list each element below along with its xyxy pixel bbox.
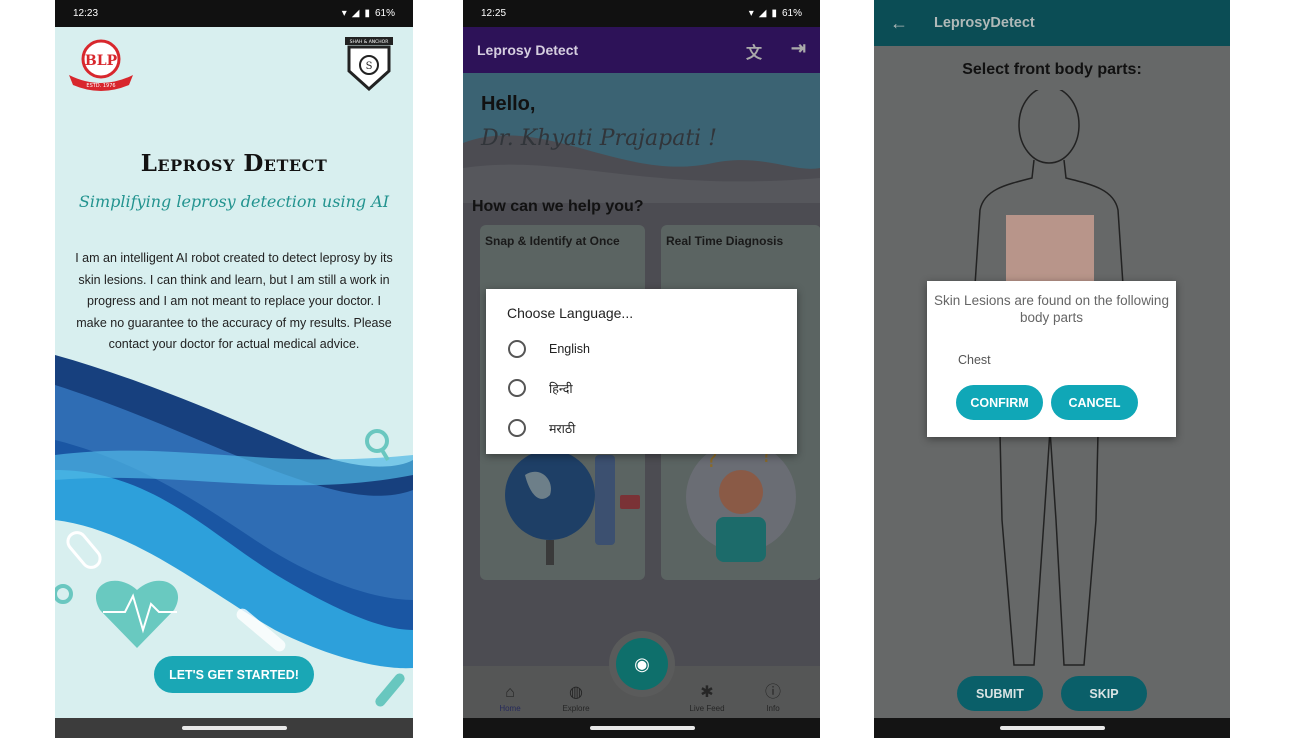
system-nav-bar [55, 718, 413, 738]
tab-label: Home [499, 704, 521, 713]
radio-button[interactable] [508, 379, 526, 397]
shah-anchor-logo: SHAH & ANCHOR S [345, 37, 393, 91]
help-prompt: How can we help you? [472, 198, 644, 215]
home-icon: ⌂ [505, 684, 515, 701]
disclaimer-text: I am an intelligent AI robot created to … [75, 251, 393, 351]
svg-text:BLP: BLP [85, 53, 118, 69]
home-gesture-pill[interactable] [182, 726, 287, 730]
option-label: मराठी [549, 421, 576, 436]
option-label: हिन्दी [549, 381, 573, 396]
card-label: Snap & Identify at Once [485, 234, 620, 248]
user-name: Dr. Khyati Prajapati ! [481, 126, 718, 151]
cancel-button[interactable]: CANCEL [1051, 385, 1138, 420]
battery-level: 61% [374, 8, 395, 19]
dialog-message: Skin Lesions are found on the following … [934, 293, 1169, 325]
language-option-english[interactable]: English [508, 340, 590, 358]
get-started-button[interactable]: LET'S GET STARTED! [154, 656, 314, 693]
app-bar: Leprosy Detect 文 ⇥ [463, 27, 820, 73]
app-title: Leprosy Detect [140, 150, 328, 177]
signal-icon: ◢ [351, 8, 360, 19]
option-label: English [549, 342, 590, 356]
battery-level: 61% [781, 8, 802, 19]
tab-home[interactable]: ⌂ Home [485, 684, 535, 713]
live-feed-icon: ✱ [700, 684, 714, 701]
battery-icon: ▮ [364, 8, 370, 19]
wave-background [55, 355, 413, 738]
camera-button[interactable]: ◉ [616, 638, 668, 690]
app-title: LeprosyDetect [934, 15, 1035, 31]
home-gesture-pill[interactable] [1000, 726, 1105, 730]
battery-icon: ▮ [771, 8, 777, 19]
status-bar: 12:23 ▾ ◢ ▮ 61% [55, 0, 413, 27]
svg-text:S: S [366, 61, 373, 72]
tab-label: Live Feed [689, 704, 725, 713]
submit-button[interactable]: SUBMIT [957, 676, 1043, 711]
svg-text:ESTD. 1976: ESTD. 1976 [86, 83, 115, 89]
choose-language-dialog: Choose Language... English हिन्दी मराठी [486, 289, 797, 454]
chest-region-highlight[interactable] [1006, 215, 1094, 285]
wifi-icon: ▾ [341, 8, 347, 19]
body-parts-screen: ← LeprosyDetect Select front body parts:… [874, 0, 1230, 738]
translate-icon[interactable]: 文 [746, 39, 762, 63]
selected-body-part: Chest [958, 353, 991, 367]
tab-info[interactable]: ⓘ Info [748, 678, 798, 713]
system-nav-bar [463, 718, 820, 738]
home-gesture-pill[interactable] [589, 726, 695, 730]
radio-button[interactable] [508, 419, 526, 437]
language-option-marathi[interactable]: मराठी [508, 419, 575, 437]
app-subtitle: Simplifying leprosy detection using AI [78, 192, 390, 211]
card-label: Real Time Diagnosis [666, 234, 784, 248]
signal-icon: ◢ [758, 8, 767, 19]
status-time: 12:23 [73, 8, 99, 19]
wifi-icon: ▾ [748, 8, 754, 19]
back-arrow-icon[interactable]: ← [890, 13, 908, 34]
confirm-button[interactable]: CONFIRM [956, 385, 1043, 420]
home-screen: 12:25 ▾ ◢ ▮ 61% Leprosy Detect 文 ⇥ Hello… [463, 0, 820, 738]
globe-doctor-illustration [505, 450, 640, 565]
info-icon: ⓘ [764, 684, 781, 701]
app-bar: ← LeprosyDetect [874, 0, 1230, 46]
dialog-title: Choose Language... [507, 305, 634, 321]
page-heading: Select front body parts: [962, 61, 1142, 78]
language-option-hindi[interactable]: हिन्दी [508, 379, 573, 397]
blp-logo: BLP ESTD. 1976 [69, 39, 133, 91]
confused-person-illustration: ? ? [686, 442, 796, 562]
tab-live-feed[interactable]: ✱ Live Feed [682, 682, 732, 713]
tab-explore[interactable]: ◍ Explore [551, 682, 601, 713]
app-title: Leprosy Detect [477, 42, 579, 58]
tab-label: Info [766, 704, 780, 713]
welcome-screen: 12:23 ▾ ◢ ▮ 61% BLP ESTD. 1976 SHAH & AN… [55, 0, 413, 738]
greeting: Hello, [481, 93, 536, 115]
svg-text:SHAH & ANCHOR: SHAH & ANCHOR [350, 39, 389, 45]
tab-label: Explore [562, 704, 590, 713]
status-bar: 12:25 ▾ ◢ ▮ 61% [463, 0, 820, 27]
lesion-confirm-dialog: Skin Lesions are found on the following … [927, 281, 1176, 437]
globe-icon: ◍ [569, 684, 583, 701]
camera-icon: ◉ [634, 653, 650, 674]
skip-button[interactable]: SKIP [1061, 676, 1147, 711]
status-time: 12:25 [481, 8, 507, 19]
logout-icon[interactable]: ⇥ [791, 38, 806, 59]
radio-button[interactable] [508, 340, 526, 358]
system-nav-bar [874, 718, 1230, 738]
